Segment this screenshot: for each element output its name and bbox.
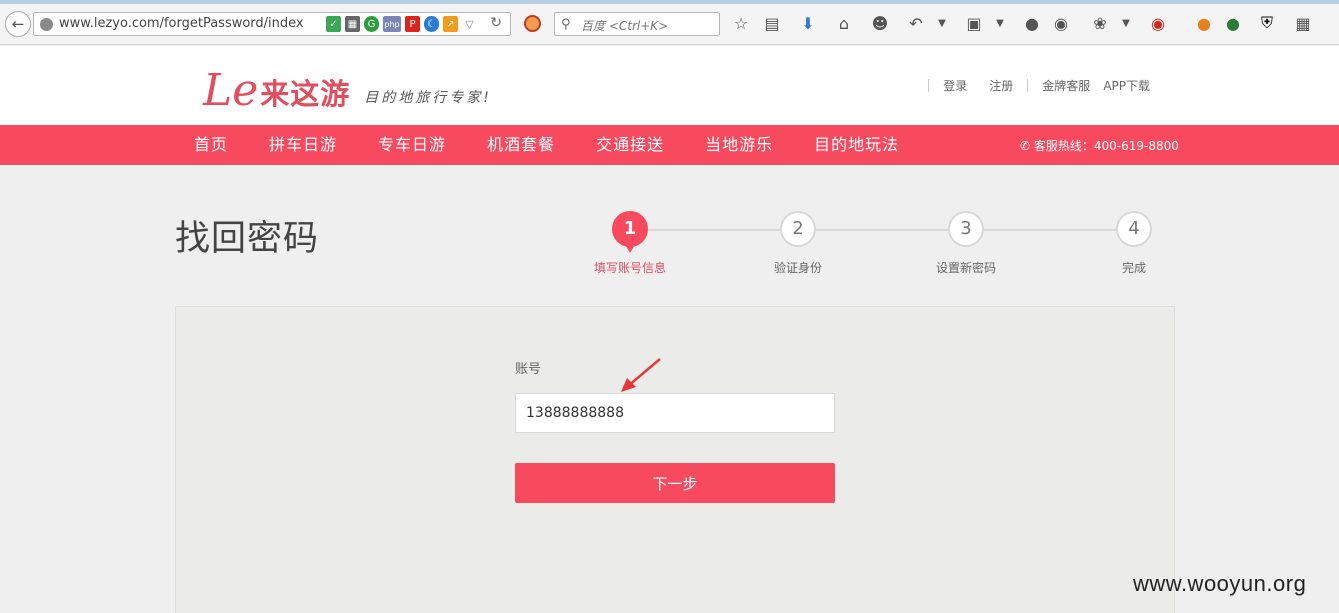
- step-2-label: 验证身份: [773, 261, 822, 275]
- main-nav: 首页 拼车日游 专车日游 机酒套餐 交通接送 当地游乐 目的地玩法 ✆ 客服热线…: [0, 125, 1339, 165]
- chart-extension-icon[interactable]: ↗: [443, 16, 458, 32]
- globe-icon: [40, 18, 53, 31]
- steps-track: [648, 229, 1118, 231]
- step-4-number: 4: [1116, 211, 1152, 247]
- back-arrow-icon: ←: [11, 15, 25, 33]
- login-link[interactable]: 登录: [943, 77, 967, 94]
- site-header: Le 来这游 目的地旅行专家! 登录 注册 金牌客服 APP下载: [0, 46, 1339, 125]
- p-extension-icon[interactable]: P: [405, 16, 420, 32]
- step-3: 3 设置新密码: [921, 211, 1011, 276]
- search-bar[interactable]: ⚲ 百度 <Ctrl+K>: [554, 12, 720, 36]
- shield-w-icon[interactable]: ⛨: [1257, 13, 1277, 33]
- dropdown-icon[interactable]: ▽: [462, 16, 477, 32]
- home-icon[interactable]: ⌂: [834, 13, 854, 33]
- bug-menu-icon[interactable]: ▼: [1116, 13, 1136, 33]
- account-input[interactable]: [515, 393, 835, 433]
- reading-list-icon[interactable]: ▤: [762, 13, 782, 33]
- annotation-arrow-icon: [621, 358, 661, 392]
- nav-item-home[interactable]: 首页: [194, 125, 228, 165]
- download-icon[interactable]: ⬇: [798, 13, 818, 33]
- hotline: ✆ 客服热线：400-619-8800: [1020, 137, 1179, 154]
- logo-slogan: 目的地旅行专家!: [364, 90, 492, 106]
- step-4: 4 完成: [1089, 211, 1179, 276]
- avatar-icon[interactable]: ◉: [1051, 13, 1071, 33]
- hotline-text: 客服热线：400-619-8800: [1033, 139, 1179, 153]
- phone-icon: ✆: [1020, 139, 1031, 153]
- logo-mark: Le: [203, 65, 259, 116]
- form-panel: [175, 306, 1175, 613]
- step-3-number: 3: [948, 211, 984, 247]
- undo-menu-icon[interactable]: ▼: [932, 13, 952, 33]
- divider: [928, 79, 930, 92]
- moon-extension-icon[interactable]: ☾: [424, 16, 439, 32]
- address-bar[interactable]: www.lezyo.com/forgetPassword/index ✓ ▦ G…: [33, 12, 511, 36]
- site-logo[interactable]: Le 来这游 目的地旅行专家!: [203, 56, 492, 116]
- grid-icon[interactable]: ▦: [1293, 13, 1313, 33]
- step-2: 2 验证身份: [753, 211, 843, 276]
- orange-extension-icon[interactable]: ●: [1194, 13, 1214, 33]
- support-link[interactable]: 金牌客服: [1042, 77, 1090, 94]
- account-label: 账号: [515, 362, 542, 377]
- php-extension-icon[interactable]: php: [383, 16, 401, 32]
- undo-icon[interactable]: ↶: [906, 13, 926, 33]
- step-1-label: 填写账号信息: [593, 261, 666, 275]
- page-title: 找回密码: [175, 219, 320, 259]
- nav-item-carpool[interactable]: 拼车日游: [269, 125, 337, 165]
- back-button[interactable]: ←: [5, 11, 31, 37]
- search-placeholder: 百度 <Ctrl+K>: [581, 19, 669, 33]
- register-link[interactable]: 注册: [989, 77, 1013, 94]
- block-extension-icon[interactable]: [524, 15, 541, 32]
- green-extension-icon[interactable]: ●: [1223, 13, 1243, 33]
- header-links: 登录 注册 金牌客服 APP下载: [914, 77, 1150, 94]
- chat-bubble-icon[interactable]: ●: [1022, 13, 1042, 33]
- step-4-label: 完成: [1121, 261, 1146, 275]
- divider: [1027, 79, 1029, 92]
- crop-menu-icon[interactable]: ▼: [990, 13, 1010, 33]
- step-1: 1 填写账号信息: [585, 211, 675, 276]
- tab-strip: [0, 0, 1339, 4]
- search-icon: ⚲: [561, 17, 571, 32]
- url-text: www.lezyo.com/forgetPassword/index: [59, 16, 304, 31]
- app-download-link[interactable]: APP下载: [1103, 77, 1150, 94]
- nav-item-flight-hotel[interactable]: 机酒套餐: [487, 125, 555, 165]
- url-extension-icons: ✓ ▦ G php P ☾ ↗ ▽: [326, 16, 477, 32]
- red-extension-icon[interactable]: ◉: [1148, 13, 1168, 33]
- nav-item-private-car[interactable]: 专车日游: [378, 125, 446, 165]
- qr-code-icon[interactable]: ▦: [345, 16, 360, 32]
- nav-items: 首页 拼车日游 专车日游 机酒套餐 交通接送 当地游乐 目的地玩法: [194, 125, 940, 165]
- bug-icon[interactable]: ❀: [1090, 13, 1110, 33]
- bookmark-star-icon[interactable]: ☆: [731, 13, 751, 33]
- crop-icon[interactable]: ▣: [964, 13, 984, 33]
- nav-item-destination[interactable]: 目的地玩法: [814, 125, 899, 165]
- smiley-icon[interactable]: ☻: [870, 13, 890, 33]
- g-extension-icon[interactable]: G: [364, 16, 379, 32]
- nav-item-transfer[interactable]: 交通接送: [596, 125, 664, 165]
- reload-icon[interactable]: ↻: [490, 15, 502, 31]
- step-2-number: 2: [780, 211, 816, 247]
- browser-toolbar: ← www.lezyo.com/forgetPassword/index ✓ ▦…: [0, 0, 1339, 45]
- nav-item-local-fun[interactable]: 当地游乐: [705, 125, 773, 165]
- next-step-button[interactable]: 下一步: [515, 463, 835, 503]
- shield-check-icon[interactable]: ✓: [326, 16, 341, 32]
- logo-name: 来这游: [260, 77, 351, 111]
- step-3-label: 设置新密码: [935, 261, 996, 275]
- watermark: www.wooyun.org: [1133, 571, 1307, 596]
- step-1-number: 1: [612, 211, 648, 253]
